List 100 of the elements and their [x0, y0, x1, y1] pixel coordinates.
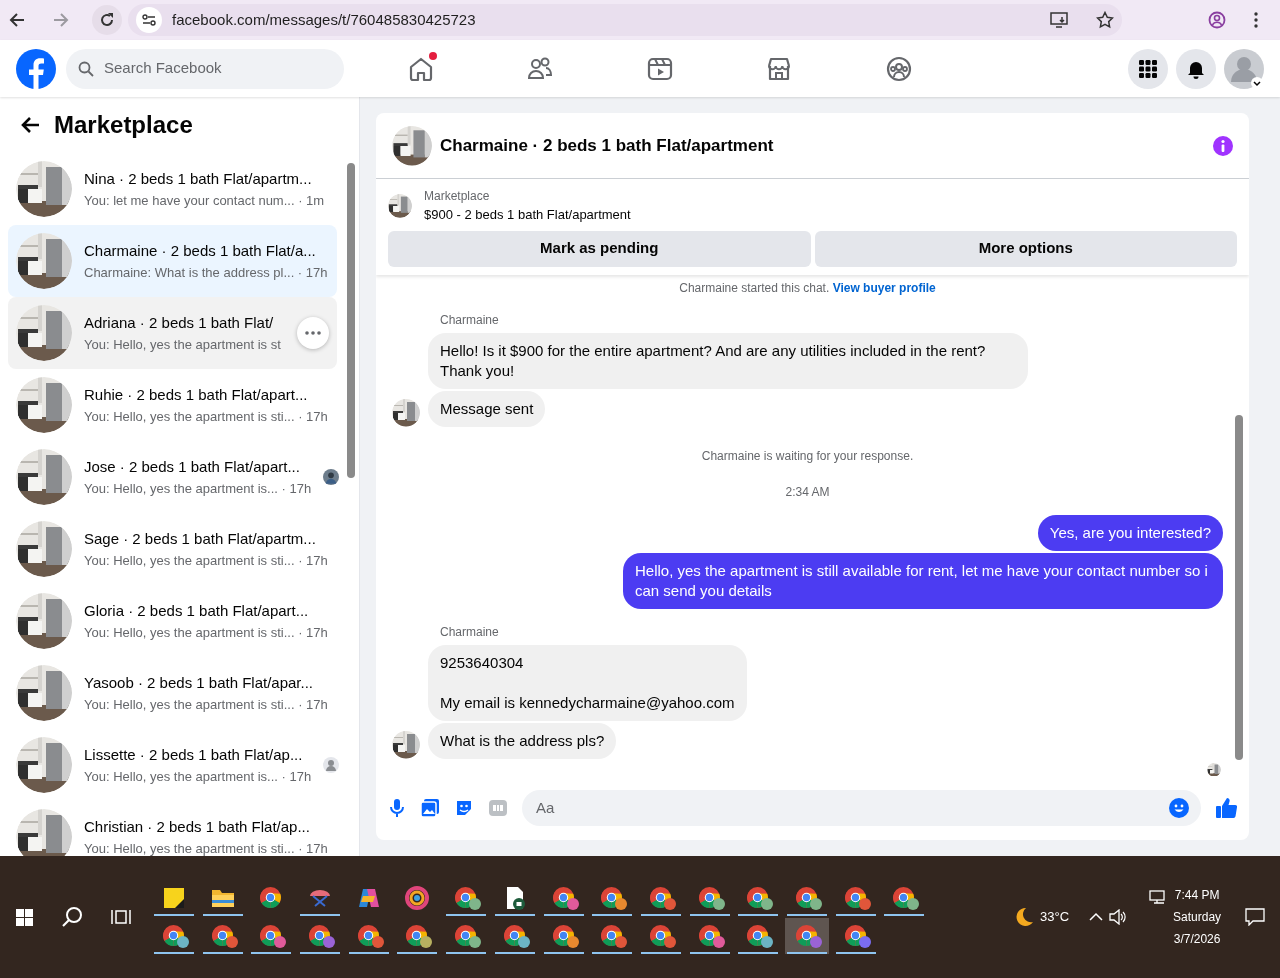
- search-icon[interactable]: [61, 906, 83, 928]
- action-button[interactable]: Mark as pending: [388, 230, 811, 267]
- composer-bar[interactable]: Aa: [522, 790, 1201, 826]
- conversation-title: Ruhie · 2 beds 1 bath Flat/apart...: [84, 385, 309, 405]
- thumbs-up-icon[interactable]: [1215, 797, 1237, 819]
- message-bubble: Yes, are you interested?: [1037, 514, 1223, 551]
- search-bar[interactable]: Search Facebook: [66, 48, 344, 89]
- weather-text[interactable]: 33°C: [1040, 907, 1070, 927]
- grid-icon[interactable]: [1139, 59, 1157, 78]
- notifications-icon[interactable]: [1245, 908, 1266, 926]
- conversation-title: Sage · 2 beds 1 bath Flat/apartm...: [84, 529, 317, 549]
- sticky-note-icon: [162, 886, 186, 910]
- sidebar-title: Marketplace: [54, 110, 193, 140]
- message-preview: You: Hello, yes the apartment is... · 17h: [84, 767, 312, 786]
- url-text: facebook.com/messages/t/760485830425723: [172, 9, 476, 30]
- message-preview: You: Hello, yes the apartment is sti... · 17h: [84, 551, 329, 570]
- read-receipt-avatar: [323, 757, 340, 773]
- message-field[interactable]: Aa: [534, 795, 1169, 821]
- listing-title: $900 - 2 beds 1 bath Flat/apartment: [424, 206, 631, 224]
- more-button[interactable]: [297, 317, 329, 349]
- conversation-item[interactable]: Charmaine · 2 beds 1 bath Flat/a... Charmaine: What is the address pl... · 17h: [8, 225, 337, 297]
- message-preview: You: Hello, yes the apartment is st: [84, 335, 282, 354]
- windows-icon[interactable]: [16, 908, 33, 926]
- action-button[interactable]: More options: [814, 230, 1237, 267]
- conversation-item[interactable]: Ruhie · 2 beds 1 bath Flat/apart... You: Hello, yes the apartment is sti... · 17h: [8, 369, 337, 441]
- conversation-title: Nina · 2 beds 1 bath Flat/apartm...: [84, 169, 313, 189]
- notice-text: Charmaine started this chat.: [679, 280, 831, 295]
- clock-text[interactable]: 7:44 PM: [1173, 884, 1222, 906]
- star-icon[interactable]: [1096, 11, 1114, 29]
- listing-label: Marketplace: [424, 188, 491, 205]
- speaker-icon[interactable]: [1109, 909, 1128, 925]
- message-bubble: What is the address pls?: [428, 722, 617, 759]
- reload-button[interactable]: [92, 5, 122, 35]
- image-icon[interactable]: [420, 798, 440, 818]
- conversation-item[interactable]: Adriana · 2 beds 1 bath Flat/ You: Hello, yes the apartment is st: [8, 297, 337, 369]
- message-preview: You: let me have your contact num... · 1m: [84, 191, 326, 210]
- menu-icon[interactable]: [1254, 12, 1258, 28]
- emoji-icon[interactable]: [1169, 798, 1189, 818]
- conversation-item[interactable]: Gloria · 2 beds 1 bath Flat/apart... You: Hello, yes the apartment is sti... · 17h: [8, 585, 337, 657]
- back-arrow-icon[interactable]: [20, 115, 40, 135]
- message-preview: Charmaine: What is the address pl... · 17h: [84, 263, 329, 282]
- microphone-icon[interactable]: [388, 798, 406, 818]
- sender-name: Charmaine: [440, 311, 500, 329]
- taskbar-app[interactable]: [784, 918, 829, 954]
- conversation-title: Yasoob · 2 beds 1 bath Flat/apar...: [84, 673, 315, 693]
- read-receipt-avatar: [1207, 762, 1221, 776]
- chat-title: Charmaine · 2 beds 1 bath Flat/apartment: [440, 134, 774, 157]
- conversation-item[interactable]: Jose · 2 beds 1 bath Flat/apart... You: Hello, yes the apartment is... · 17h: [8, 441, 337, 513]
- reload-icon[interactable]: [99, 12, 115, 28]
- install-app-icon[interactable]: [1050, 12, 1068, 28]
- clock-text[interactable]: 3/7/2026: [1173, 928, 1222, 950]
- conversation-title: Christian · 2 beds 1 bath Flat/ap...: [84, 817, 311, 837]
- task-view-icon[interactable]: [111, 908, 131, 926]
- copilot-icon: [356, 886, 381, 910]
- sender-avatar: [392, 398, 420, 427]
- back-icon[interactable]: [8, 11, 26, 29]
- read-receipt-avatar: [323, 469, 340, 485]
- site-settings-icon[interactable]: [136, 7, 162, 33]
- sender-avatar: [392, 730, 420, 759]
- message-preview: You: Hello, yes the apartment is sti... · 17h: [84, 839, 329, 856]
- sender-name: Charmaine: [440, 623, 500, 641]
- message-bubble: Message sent: [428, 390, 546, 427]
- clock-text[interactable]: Saturday: [1173, 906, 1222, 928]
- buyer-profile-link[interactable]: View buyer profile: [832, 280, 936, 295]
- conversation-item[interactable]: Nina · 2 beds 1 bath Flat/apartm... You: let me have your contact num... · 1m: [8, 153, 337, 225]
- address-bar[interactable]: facebook.com/messages/t/760485830425723: [128, 4, 1122, 36]
- network-icon[interactable]: [1149, 890, 1168, 906]
- chevron-up-icon[interactable]: [1089, 912, 1104, 922]
- conversation-item[interactable]: Lissette · 2 beds 1 bath Flat/ap... You: Hello, yes the apartment is... · 17h: [8, 729, 337, 801]
- scrollbar[interactable]: [1235, 414, 1243, 760]
- chrome-icon: [259, 886, 284, 910]
- conversation-title: Gloria · 2 beds 1 bath Flat/apart...: [84, 601, 310, 621]
- notifications-button[interactable]: [1176, 48, 1216, 89]
- message-bubble: Hello! Is it $900 for the entire apartment? And are any utilities included in the rent? Thank you!: [428, 332, 1028, 389]
- groups-icon[interactable]: [884, 54, 913, 83]
- message-preview: You: Hello, yes the apartment is sti... · 17h: [84, 623, 329, 642]
- account-avatar[interactable]: [1224, 48, 1264, 89]
- message-preview: You: Hello, yes the apartment is sti... · 17h: [84, 407, 329, 426]
- timestamp: 2:34 AM: [784, 483, 831, 501]
- message-preview: You: Hello, yes the apartment is... · 17h: [84, 479, 312, 498]
- scrollbar[interactable]: [347, 163, 355, 478]
- photos-icon: [405, 886, 430, 910]
- search-field[interactable]: Search Facebook: [102, 56, 302, 81]
- menu-button[interactable]: [1128, 48, 1168, 89]
- profile-icon[interactable]: [1208, 11, 1226, 29]
- sticker-icon[interactable]: [454, 798, 474, 818]
- message-preview: You: Hello, yes the apartment is sti... · 17h: [84, 695, 329, 714]
- facebook-logo[interactable]: [16, 48, 56, 89]
- search-icon: [78, 60, 94, 77]
- conversation-title: Lissette · 2 beds 1 bath Flat/ap...: [84, 745, 304, 765]
- conversation-item[interactable]: Yasoob · 2 beds 1 bath Flat/apar... You: Hello, yes the apartment is sti... · 17h: [8, 657, 337, 729]
- message-bubble: Hello, yes the apartment is still available for rent, let me have your contact number so i can send you details: [623, 552, 1223, 609]
- more-icon[interactable]: [305, 331, 321, 335]
- notice-text: Charmaine is waiting for your response.: [700, 447, 915, 465]
- info-icon[interactable]: [1213, 135, 1233, 156]
- conversation-title: Jose · 2 beds 1 bath Flat/apart...: [84, 457, 301, 477]
- conversation-title: Charmaine · 2 beds 1 bath Flat/a...: [84, 241, 317, 261]
- conversation-item[interactable]: Sage · 2 beds 1 bath Flat/apartm... You: Hello, yes the apartment is sti... · 17h: [8, 513, 337, 585]
- message-bubble: 9253640304 My email is kennedycharmaine@yahoo.com: [428, 644, 747, 721]
- conversation-title: Adriana · 2 beds 1 bath Flat/: [84, 313, 275, 333]
